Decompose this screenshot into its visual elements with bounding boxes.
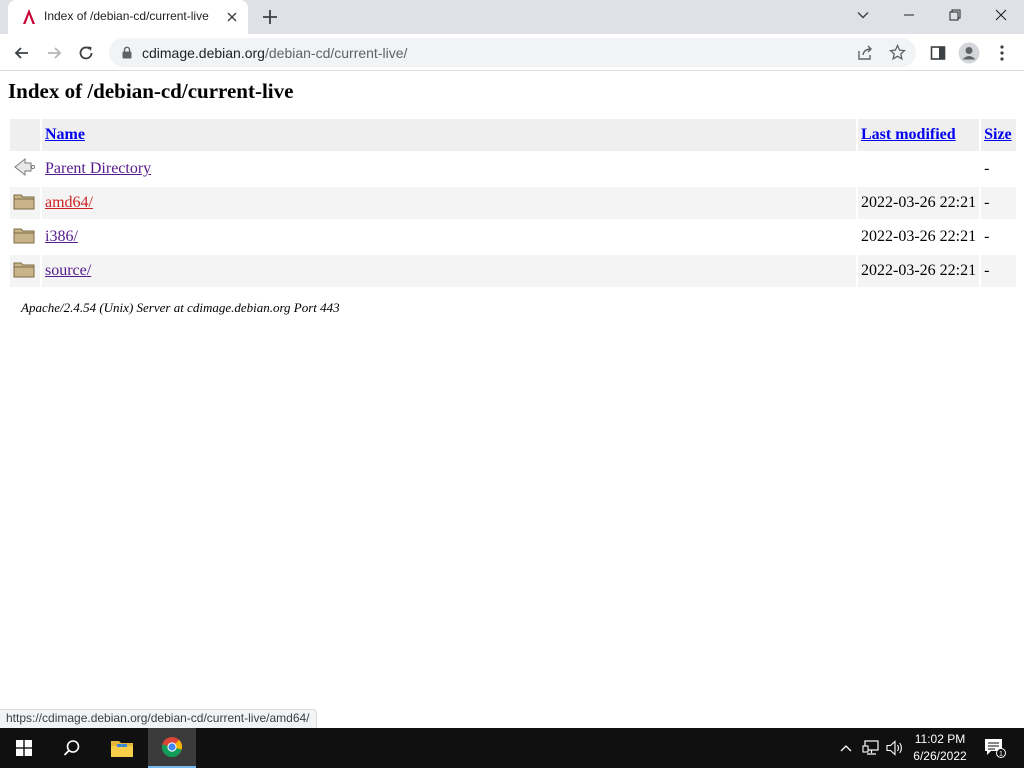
row-icon-cell [10,255,40,287]
close-window-button[interactable] [978,0,1024,30]
folder-icon [13,194,35,209]
chrome-icon [161,737,183,758]
menu-button[interactable] [990,41,1014,65]
row-icon-cell [10,153,40,185]
page-title: Index of /debian-cd/current-live [8,79,294,103]
icon-column-header [10,119,40,151]
reload-icon [79,46,93,60]
windows-logo-icon [16,740,32,756]
row-modified-cell: 2022-03-26 22:21 [858,187,980,219]
restore-button[interactable] [932,0,978,30]
arrow-right-icon [48,47,62,59]
close-tab-icon[interactable] [224,9,240,25]
last-modified-column-header: Last modified [858,119,980,151]
reload-button[interactable] [74,41,98,65]
debian-favicon-icon [23,9,35,24]
browser-tab-strip: Index of /debian-cd/current-live [0,0,1024,34]
volume-button[interactable] [884,728,906,768]
minimize-button[interactable] [886,0,932,30]
forward-button[interactable] [42,41,66,65]
size-column-header: Size [981,119,1017,151]
windows-taskbar: 11:02 PM 6/26/2022 1 [0,728,1024,768]
show-hidden-icons-button[interactable] [836,728,856,768]
url-host: cdimage.debian.org [142,45,265,61]
profile-button[interactable] [957,41,981,65]
name-column-header: Name [42,119,856,151]
folder-icon [13,228,35,243]
row-icon-cell [10,221,40,253]
close-icon [995,9,1007,21]
side-panel-button[interactable] [926,41,950,65]
tab-title: Index of /debian-cd/current-live [44,9,209,23]
chrome-taskbar-button[interactable] [148,728,196,768]
sort-by-last-modified-link[interactable]: Last modified [861,126,956,143]
arrow-left-icon [14,47,28,59]
directory-listing-table: Name Last modified Size Parent Directory… [8,117,1018,289]
row-size-cell: - [981,221,1017,253]
sort-by-name-link[interactable]: Name [45,126,85,143]
parent-directory-icon [14,157,36,176]
browser-toolbar: cdimage.debian.org/debian-cd/current-liv… [0,34,1024,71]
action-center-button[interactable]: 1 [978,728,1012,768]
row-name-cell: i386/ [42,221,856,253]
address-bar[interactable]: cdimage.debian.org/debian-cd/current-liv… [109,38,916,67]
row-name-cell: amd64/ [42,187,856,219]
row-modified-cell: 2022-03-26 22:21 [858,221,980,253]
file-explorer-button[interactable] [98,728,146,768]
kebab-menu-icon [1000,45,1004,61]
clock-time: 11:02 PM [914,732,966,746]
table-row: i386/ 2022-03-26 22:21 - [10,221,1017,253]
row-name-cell: Parent Directory [42,153,856,185]
start-button[interactable] [0,728,48,768]
row-modified-cell: 2022-03-26 22:21 [858,255,980,287]
row-size-cell: - [981,255,1017,287]
network-icon [862,740,879,755]
row-name-cell: source/ [42,255,856,287]
amd64-folder-link[interactable]: amd64/ [45,194,93,211]
url-text[interactable]: cdimage.debian.org/debian-cd/current-liv… [142,45,407,61]
file-explorer-icon [111,741,133,757]
url-path: /debian-cd/current-live/ [264,45,408,61]
network-status-button[interactable] [860,728,882,768]
source-folder-link[interactable]: source/ [45,262,91,279]
taskbar-clock[interactable]: 11:02 PM 6/26/2022 [908,731,972,765]
table-row: source/ 2022-03-26 22:21 - [10,255,1017,287]
back-button[interactable] [10,41,34,65]
star-icon[interactable] [889,44,906,61]
table-row: Parent Directory - [10,153,1017,185]
search-icon [63,740,80,756]
folder-icon [13,262,35,277]
search-button[interactable] [48,728,96,768]
notification-count-badge: 1 [999,751,1003,758]
notifications-icon: 1 [985,739,1006,758]
lock-icon[interactable] [121,46,133,59]
parent-directory-link[interactable]: Parent Directory [45,160,151,177]
link-status-bubble: https://cdimage.debian.org/debian-cd/cur… [0,709,317,728]
page-content: Index of /debian-cd/current-live Name La… [0,71,1024,728]
chevron-up-icon [840,745,852,752]
chevron-down-icon [857,12,869,19]
sort-by-size-link[interactable]: Size [984,126,1012,143]
avatar-icon [958,42,980,64]
side-panel-icon [930,46,946,60]
server-signature: Apache/2.4.54 (Unix) Server at cdimage.d… [21,300,340,315]
restore-icon [949,9,961,21]
speaker-icon [886,740,902,756]
i386-folder-link[interactable]: i386/ [45,228,78,245]
row-modified-cell [858,153,980,185]
row-size-cell: - [981,187,1017,219]
table-row: amd64/ 2022-03-26 22:21 - [10,187,1017,219]
row-icon-cell [10,187,40,219]
table-header-row: Name Last modified Size [10,119,1017,151]
new-tab-icon[interactable] [260,7,280,27]
browser-tab[interactable]: Index of /debian-cd/current-live [8,0,248,34]
share-icon[interactable] [857,44,874,61]
row-size-cell: - [981,153,1017,185]
minimize-icon [904,14,914,16]
tab-search-button[interactable] [840,0,886,30]
clock-date: 6/26/2022 [913,749,967,763]
